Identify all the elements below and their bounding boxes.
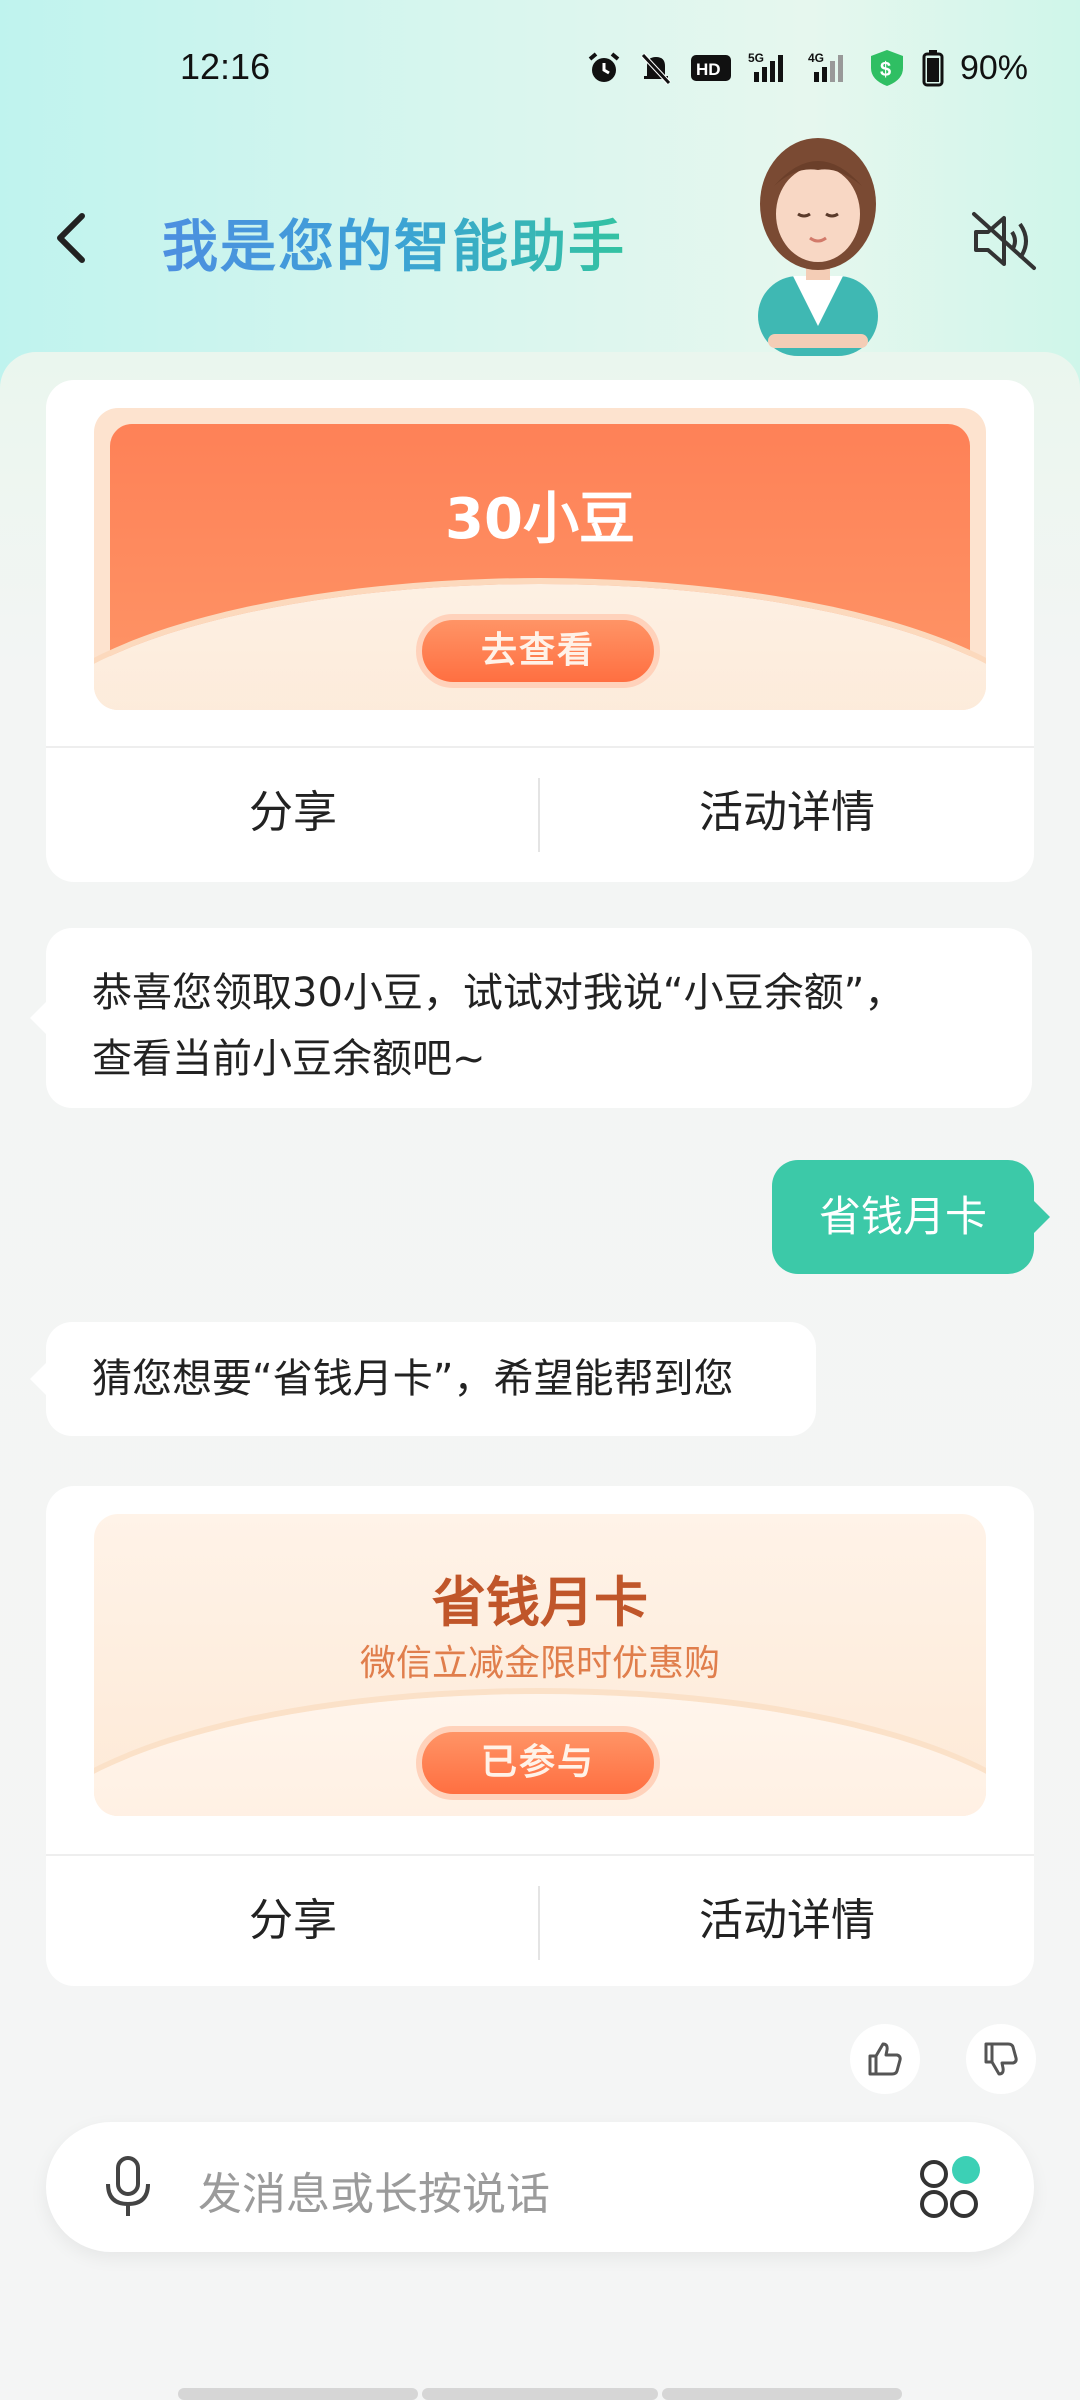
signal-5g-icon: 5G [748,51,783,82]
hd-icon: HD [690,55,731,81]
activity-details-button[interactable]: 活动详情 [540,748,1034,884]
share-button[interactable]: 分享 [46,748,540,884]
battery-level: 90% [959,48,1028,87]
monthly-banner[interactable]: 省钱月卡 微信立减金限时优惠购 已参与 [94,1514,986,1816]
thumbs-up-button[interactable] [850,2024,920,2094]
share-button[interactable]: 分享 [46,1856,540,1992]
page-title: 我是您的智能助手 [162,202,626,283]
view-button[interactable]: 去查看 [416,614,660,688]
joined-button[interactable]: 已参与 [416,1726,660,1800]
svg-text:$: $ [880,59,891,81]
net2-text: 4G [808,51,824,65]
apps-icon[interactable] [914,2148,994,2228]
user-message: 省钱月卡 [772,1160,1050,1274]
bot-message-line: 恭喜您领取30小豆，试试对我说“小豆余额”， [92,970,905,1016]
gesture-bar [178,2388,418,2400]
microphone-icon[interactable] [100,2154,156,2220]
net1-text: 5G [748,51,764,65]
thumbs-up-icon [868,2042,902,2076]
monthly-title: 省钱月卡 [432,1571,648,1634]
reward-title: 30小豆 [445,487,635,552]
bot-message: 恭喜您领取30小豆，试试对我说“小豆余额”， 查看当前小豆余额吧~ [30,928,1032,1108]
battery-icon [922,50,944,87]
thumbs-down-button[interactable] [966,2024,1036,2094]
thumbs-down-icon [984,2042,1018,2076]
activity-details-button[interactable]: 活动详情 [540,1856,1034,1992]
message-input-bar[interactable]: 发消息或长按说话 [46,2122,1034,2252]
reward-banner[interactable]: 30小豆 去查看 [94,408,986,710]
signal-4g-icon: 4G [808,51,843,82]
monthly-subtitle: 微信立减金限时优惠购 [359,1643,720,1684]
bot-message-line: 猜您想要“省钱月卡”，希望能帮到您 [92,1356,734,1402]
monthly-card: 省钱月卡 微信立减金限时优惠购 已参与 分享 活动详情 [46,1486,1034,1986]
back-icon[interactable] [48,208,98,268]
assistant-avatar [758,138,878,356]
hd-text: HD [696,60,721,79]
reward-card: 30小豆 去查看 分享 活动详情 [46,380,1034,882]
status-time: 12:16 [180,46,271,87]
alarm-icon [588,52,620,82]
message-input-placeholder[interactable]: 发消息或长按说话 [198,2158,550,2222]
security-shield-icon: $ [870,50,903,86]
gesture-bar [422,2388,658,2400]
mute-bell-icon [641,53,671,85]
bot-message: 猜您想要“省钱月卡”，希望能帮到您 [30,1322,816,1436]
sound-off-icon[interactable] [970,210,1038,272]
status-bar: 12:16 HD 5G 4G $ 90% [0,40,1080,100]
gesture-bar [662,2388,902,2400]
bot-message-line: 查看当前小豆余额吧~ [92,1036,486,1082]
